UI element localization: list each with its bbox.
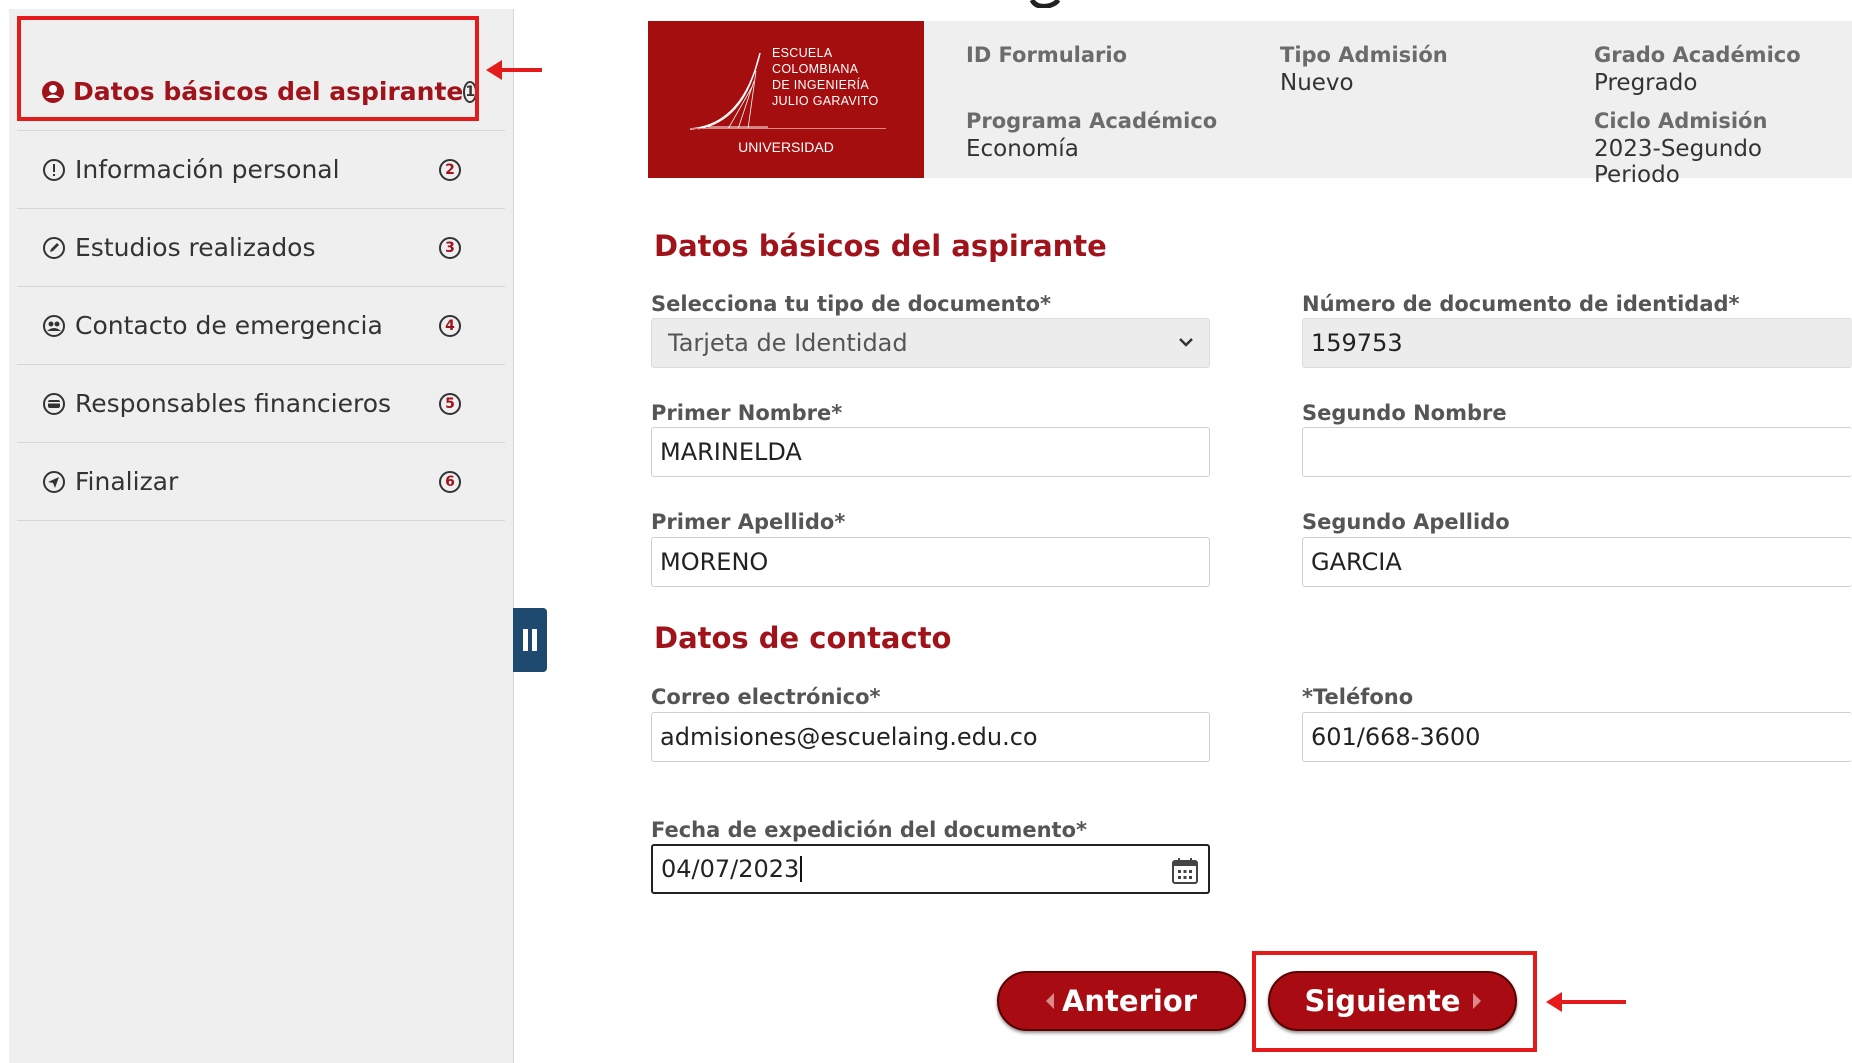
fecha-expedicion-field[interactable]: 04/07/2023 (651, 844, 1210, 894)
header-tipo-admision: Tipo Admisión Nuevo (1280, 43, 1448, 96)
pencil-icon (41, 235, 67, 261)
anterior-button[interactable]: Anterior (997, 971, 1246, 1031)
sidebar-item-label: Estudios realizados (75, 233, 316, 262)
segundo-nombre-field[interactable] (1302, 427, 1852, 477)
sidebar-item-label: Contacto de emergencia (75, 311, 383, 340)
step-number: 4 (439, 314, 461, 337)
correo-field[interactable]: admisiones@escuelaing.edu.co (651, 712, 1210, 762)
header-label: Grado Académico (1594, 43, 1801, 67)
header-value: Pregrado (1594, 70, 1698, 96)
logo-line: COLOMBIANA (772, 62, 859, 76)
exclamation-icon (41, 157, 67, 183)
logo-line: DE INGENIERÍA (772, 78, 869, 92)
telefono-label: *Teléfono (1302, 685, 1414, 709)
tipo-documento-label: Selecciona tu tipo de documento* (651, 292, 1052, 316)
header-value: Nuevo (1280, 70, 1354, 96)
sidebar-item-label: Finalizar (75, 467, 179, 496)
primer-nombre-field[interactable]: MARINELDA (651, 427, 1210, 477)
correo-label: Correo electrónico* (651, 685, 881, 709)
header-label: Programa Académico (966, 109, 1218, 133)
contacts-icon (41, 313, 67, 339)
segundo-apellido-value: GARCIA (1311, 548, 1402, 576)
anterior-button-label: Anterior (1061, 984, 1198, 1018)
step-number: 3 (439, 236, 461, 259)
annotation-arrow-sidebar (486, 60, 542, 80)
chevron-left-icon (1045, 993, 1054, 1009)
section-title-datos-basicos: Datos básicos del aspirante (654, 229, 1107, 263)
step-number: 6 (439, 470, 461, 493)
step-number: 2 (439, 158, 461, 181)
text-caret (800, 856, 803, 882)
step-number: 5 (439, 392, 461, 415)
logo-emblem (689, 52, 768, 130)
header-value: Economía (966, 136, 1079, 162)
header-label: ID Formulario (966, 43, 1128, 67)
header-label: Tipo Admisión (1280, 43, 1448, 67)
annotation-highlight-next (1252, 951, 1537, 1052)
tipo-documento-value: Tarjeta de Identidad (668, 329, 908, 357)
sidebar-toggle-button[interactable] (513, 608, 547, 672)
sidebar-item-informacion-personal[interactable]: Información personal 2 (17, 131, 505, 209)
numero-documento-field[interactable]: 159753 (1302, 318, 1852, 368)
primer-nombre-label: Primer Nombre* (651, 401, 843, 425)
header-id-formulario: ID Formulario (966, 43, 1127, 70)
fecha-expedicion-label: Fecha de expedición del documento* (651, 818, 1087, 842)
sidebar-item-estudios[interactable]: Estudios realizados 3 (17, 209, 505, 287)
sidebar-item-label: Información personal (75, 155, 340, 184)
send-icon (41, 469, 67, 495)
annotation-highlight-sidebar (17, 16, 479, 121)
wallet-icon (41, 391, 67, 417)
primer-nombre-value: MARINELDA (660, 438, 802, 466)
tipo-documento-select[interactable]: Tarjeta de Identidad (651, 318, 1210, 368)
header-grado-academico: Grado Académico Pregrado (1594, 43, 1801, 96)
sidebar-item-contacto-emergencia[interactable]: Contacto de emergencia 4 (17, 287, 505, 365)
header-value: 2023-Segundo Periodo (1594, 136, 1763, 188)
header-ciclo-admision: Ciclo Admisión 2023-Segundo Periodo (1594, 109, 1852, 188)
annotation-arrow-next (1546, 992, 1626, 1012)
correo-value: admisiones@escuelaing.edu.co (660, 723, 1038, 751)
segundo-nombre-label: Segundo Nombre (1302, 401, 1507, 425)
sidebar-item-label: Responsables financieros (75, 389, 392, 418)
fecha-expedicion-value: 04/07/2023 (661, 855, 800, 883)
primer-apellido-field[interactable]: MORENO (651, 537, 1210, 587)
university-logo: ESCUELA COLOMBIANA DE INGENIERÍA JULIO G… (648, 21, 924, 178)
numero-documento-value: 159753 (1311, 329, 1403, 357)
logo-line: JULIO GARAVITO (772, 94, 879, 108)
logo-subtitle: UNIVERSIDAD (738, 139, 834, 155)
section-title-datos-contacto: Datos de contacto (654, 621, 952, 655)
telefono-value: 601/668-3600 (1311, 723, 1481, 751)
header-label: Ciclo Admisión (1594, 109, 1768, 133)
sidebar-item-finalizar[interactable]: Finalizar 6 (17, 443, 505, 521)
page-heading-fragment (1029, 0, 1061, 8)
sidebar-item-responsables-financieros[interactable]: Responsables financieros 5 (17, 365, 505, 443)
header-programa-academico: Programa Académico Economía (966, 109, 1217, 162)
primer-apellido-label: Primer Apellido* (651, 510, 846, 534)
segundo-apellido-label: Segundo Apellido (1302, 510, 1510, 534)
primer-apellido-value: MORENO (660, 548, 769, 576)
chevron-down-icon (1179, 338, 1193, 347)
calendar-icon[interactable] (1170, 856, 1200, 886)
telefono-field[interactable]: 601/668-3600 (1302, 712, 1852, 762)
logo-line: ESCUELA (772, 46, 833, 60)
numero-documento-label: Número de documento de identidad* (1302, 292, 1740, 316)
segundo-apellido-field[interactable]: GARCIA (1302, 537, 1852, 587)
sidebar: Datos básicos del aspirante 1 Informació… (9, 9, 514, 1063)
